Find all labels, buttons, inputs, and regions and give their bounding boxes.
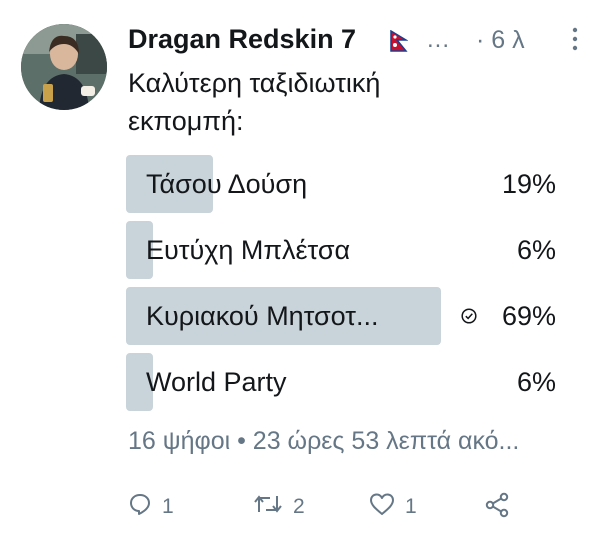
poll-option[interactable]: Ευτύχη Μπλέτσα 6% (126, 221, 562, 279)
poll-option-label: Τάσου Δούση (146, 169, 308, 199)
poll-option-label: Ευτύχη Μπλέτσα (146, 235, 351, 265)
poll-option-label: World Party (146, 367, 287, 397)
retweet-icon (253, 492, 283, 521)
reply-count: 1 (162, 494, 174, 518)
poll-option[interactable]: Τάσου Δούση 19% (126, 155, 562, 213)
like-count: 1 (405, 494, 417, 518)
retweet-count: 2 (293, 494, 305, 518)
poll-option-percent: 6% (516, 235, 556, 265)
poll-option-percent: 6% (516, 367, 556, 397)
retweet-button[interactable]: 2 (253, 492, 305, 521)
avatar[interactable] (21, 24, 107, 110)
poll-option[interactable]: Κυριακού Μητσοτ... 69% (126, 287, 562, 345)
poll-option-label: Κυριακού Μητσοτ... (146, 301, 379, 331)
share-button[interactable] (484, 492, 510, 523)
question-line-1: Καλύτερη ταξιδιωτική (128, 68, 381, 98)
like-button[interactable]: 1 (369, 492, 417, 521)
poll-option-percent: 69% (501, 301, 556, 331)
poll-meta: 16 ψήφοι • 23 ώρες 53 λεπτά ακό... (128, 427, 520, 455)
author-truncation: ... (427, 26, 451, 53)
question-line-2: εκπομπή: (128, 106, 244, 136)
author-name[interactable]: Dragan Redskin 7 (128, 24, 356, 55)
reply-button[interactable]: 1 (128, 492, 174, 521)
poll: Τάσου Δούση 19% Ευτύχη Μπλέτσα 6% Κυριακ… (126, 155, 562, 419)
check-circle-icon (461, 308, 477, 324)
share-icon (484, 492, 510, 523)
tweet-text: Καλύτερη ταξιδιωτική εκπομπή: (128, 64, 548, 140)
poll-option[interactable]: World Party 6% (126, 353, 562, 411)
reply-icon (128, 492, 152, 521)
timestamp[interactable]: · 6 λ (476, 26, 525, 55)
nepal-flag-icon (390, 29, 409, 57)
tweet-header: Dragan Redskin 7 ... · 6 λ (128, 22, 580, 62)
like-icon (369, 492, 395, 521)
poll-option-percent: 19% (501, 169, 556, 199)
more-vert-icon[interactable] (572, 26, 578, 52)
action-bar: 1 2 1 (128, 492, 568, 526)
